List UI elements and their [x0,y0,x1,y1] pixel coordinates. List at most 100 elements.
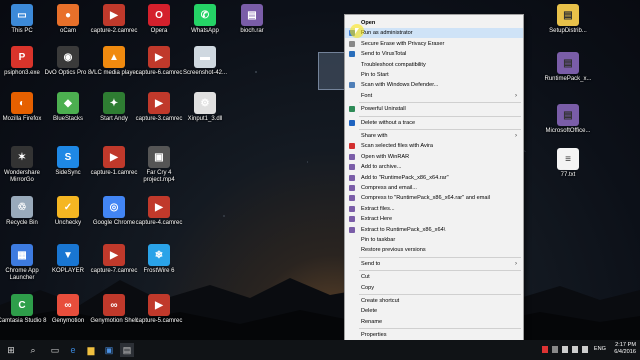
context-menu-item[interactable]: Add to "RuntimePack_x86_x64.rar" [345,173,523,183]
context-menu-item[interactable]: Secure Erase with Privacy Eraser [345,39,523,49]
desktop-icon[interactable]: ≡ 77.txt [540,148,596,179]
desktop-icon-label: capture-4.camrec [135,220,183,226]
context-menu-item[interactable]: Send to › [345,259,523,269]
menu-item-label: Restore previous versions [361,247,426,254]
menu-item-label: Add to archive... [361,164,402,171]
menu-separator [359,256,521,258]
context-menu-item[interactable]: Pin to Start [345,70,523,80]
desktop-icon-image: ◆ [57,92,79,114]
context-menu-item[interactable]: Extract to RuntimePack_x86_x64\ [345,225,523,235]
menu-item-icon [349,174,355,181]
context-menu-item[interactable]: Extract Here [345,214,523,224]
context-menu-item[interactable]: Delete [345,306,523,316]
desktop-icon-image: ✶ [11,146,33,168]
desktop-icon-image: ▤ [557,52,579,74]
menu-item-label: Scan with Windows Defender... [361,82,439,89]
menu-item-icon [349,106,355,113]
desktop-icon-image: ✦ [103,92,125,114]
language-indicator[interactable]: ENG [594,346,606,352]
desktop-icon[interactable]: ▬ Screenshot-42... [177,46,233,77]
desktop-icon-label: RuntimePack_x... [544,76,592,82]
desktop-icon-image: ▦ [11,244,33,266]
desktop-icon-image: ✓ [57,196,79,218]
context-menu-item[interactable]: Font › [345,91,523,101]
clock-date: 6/4/2016 [614,349,636,355]
menu-item-icon [349,153,355,160]
context-menu-item[interactable]: Extract files... [345,204,523,214]
menu-item-label: Extract Here [361,216,393,223]
desktop-icon[interactable]: ▶ capture-4.camrec [131,196,187,227]
context-menu-item[interactable]: Scan with Windows Defender... [345,80,523,90]
menu-separator [359,270,521,272]
menu-item-icon [349,195,355,202]
clock-time: 2:17 PM [615,342,636,348]
desktop-icon-image: ▤ [557,4,579,26]
desktop-icon[interactable]: ▤ RuntimePack_x... [540,52,596,83]
submenu-arrow-icon: › [515,133,517,139]
desktop-icon-image: ▶ [103,244,125,266]
desktop-icon-image: C [11,294,33,316]
context-menu-item[interactable]: Compress to "RuntimePack_x86_x64.rar" an… [345,193,523,203]
notification-icon[interactable] [582,346,588,353]
desktop-icon-image: ▤ [557,104,579,126]
desktop-icon[interactable]: ▣ Far Cry 4 project.mp4 [131,146,187,184]
context-menu-item[interactable]: Delete without a trace [345,118,523,128]
taskbar: ⊞ ⌕ ▭ e ▆ ▣ ▤ ENG 2:17 PM 6/4/2016 [0,340,640,360]
context-menu-item[interactable]: Troubleshoot compatibility [345,60,523,70]
desktop-icon[interactable]: ▤ bioch.rar [224,4,280,35]
network-icon[interactable] [562,346,568,353]
desktop-icon[interactable]: ▤ MicrosoftOffice... [540,104,596,135]
context-menu-item[interactable]: Powerful Uninstall [345,104,523,114]
desktop-icon-label: Screenshot-42... [182,70,228,76]
context-menu-item[interactable]: Cut [345,272,523,282]
context-menu-item[interactable]: Send to VirusTotal [345,49,523,59]
volume-icon[interactable] [572,346,578,353]
taskbar-app-icon[interactable]: ▤ [120,343,134,357]
context-menu-item[interactable]: Restore previous versions [345,245,523,255]
desktop-icon-image: ▼ [57,244,79,266]
start-button[interactable]: ⊞ [4,343,18,357]
desktop-icon-image: ❄ [148,244,170,266]
desktop-icon-label: Far Cry 4 project.mp4 [143,170,175,183]
menu-item-label: Troubleshoot compatibility [361,61,426,68]
context-menu-item[interactable]: Copy [345,283,523,293]
desktop-icon[interactable]: ❄ FrostWire 6 [131,244,187,275]
context-menu-item[interactable]: Run as administrator [345,28,523,39]
context-menu-item[interactable]: Pin to taskbar [345,235,523,245]
menu-item-icon [349,226,355,233]
menu-item-icon [349,185,355,191]
desktop-icon-image: P [11,46,33,68]
menu-item-label: Scan selected files with Avira [361,143,434,150]
desktop-icon[interactable]: ▶ capture-5.camrec [131,294,187,325]
context-menu-item[interactable]: Compress and email... [345,183,523,193]
menu-item-label: Powerful Uninstall [361,106,406,113]
tray-expand-icon[interactable] [552,346,558,353]
task-view-icon[interactable]: ▭ [48,343,62,357]
desktop-icon-image: ▶ [148,294,170,316]
menu-item-label: Compress to "RuntimePack_x86_x64.rar" an… [361,195,490,202]
edge-icon[interactable]: e [66,343,80,357]
desktop-icon[interactable]: ▤ SetupDistrib... [540,4,596,35]
desktop-icon-image: ▶ [148,46,170,68]
desktop-icon-image: O [148,4,170,26]
context-menu-item[interactable]: Share with › [345,131,523,141]
desktop-icon[interactable]: ⚙ Xinput1_3.dll [177,92,233,123]
context-menu-item[interactable]: Open with WinRAR [345,152,523,162]
file-explorer-icon[interactable]: ▆ [84,343,98,357]
search-icon[interactable]: ⌕ [26,343,40,357]
desktop-icon-image: ∞ [57,294,79,316]
selected-file-icon[interactable] [318,52,346,90]
menu-item-label: Delete [361,308,378,315]
context-menu-item[interactable]: Add to archive... [345,162,523,172]
context-menu-item[interactable]: Open [345,18,523,28]
tray-app-icon[interactable] [542,346,548,353]
context-menu-item[interactable]: Properties [345,330,523,340]
store-icon[interactable]: ▣ [102,343,116,357]
context-menu-item[interactable]: Create shortcut [345,296,523,306]
context-menu-item[interactable]: Rename [345,317,523,327]
desktop-icon-image: ● [57,4,79,26]
menu-item-label: Pin to Start [361,72,389,78]
taskbar-clock[interactable]: 2:17 PM 6/4/2016 [614,342,636,356]
desktop-icon-image: ▤ [241,4,263,26]
context-menu-item[interactable]: Scan selected files with Avira [345,141,523,151]
